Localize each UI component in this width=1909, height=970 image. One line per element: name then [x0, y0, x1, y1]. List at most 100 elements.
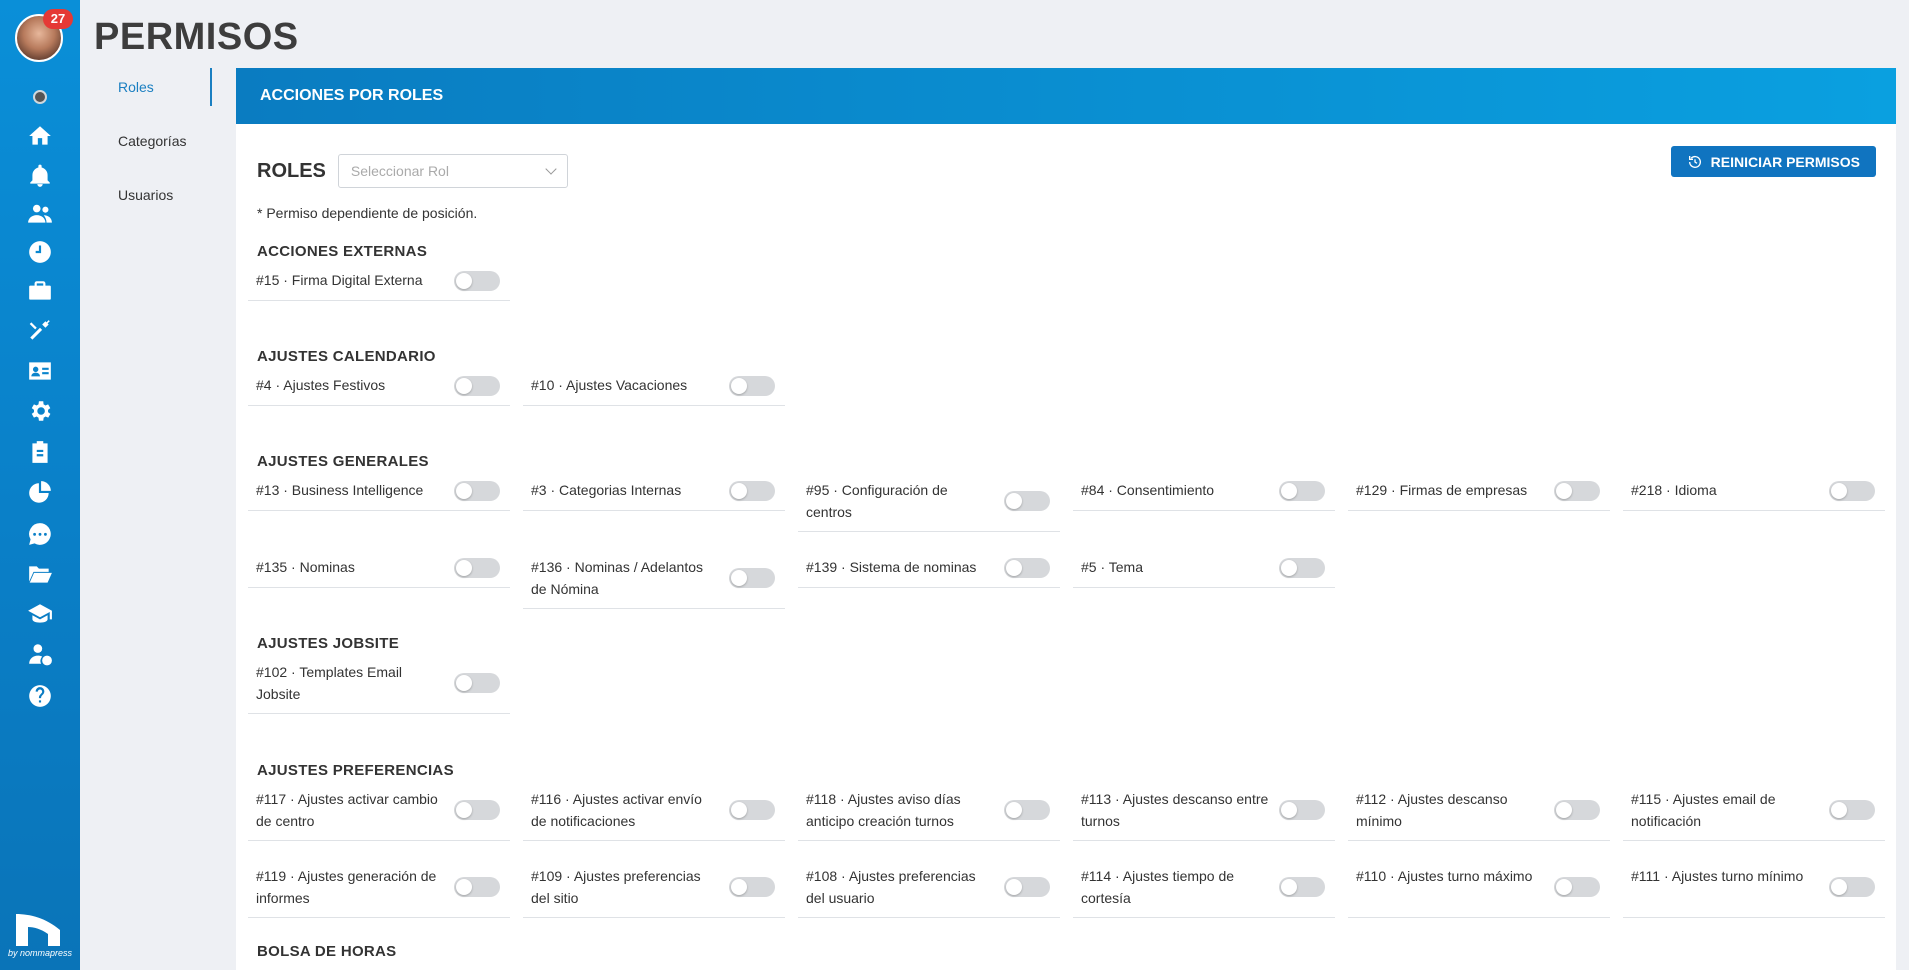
- section-title: AJUSTES GENERALES: [257, 453, 429, 470]
- panel-header: ACCIONES POR ROLES: [236, 68, 1896, 124]
- permission-toggle[interactable]: [1829, 800, 1875, 820]
- permission-toggle[interactable]: [1554, 877, 1600, 897]
- permission-label: #10 · Ajustes Vacaciones: [531, 377, 688, 393]
- permission-toggle[interactable]: [729, 568, 775, 588]
- permission-toggle[interactable]: [729, 376, 775, 396]
- permission-item: #116 · Ajustes activar envío de notifica…: [523, 785, 785, 841]
- permission-toggle[interactable]: [454, 877, 500, 897]
- page-title: PERMISOS: [94, 16, 299, 58]
- help-icon[interactable]: [24, 680, 56, 712]
- permission-item: #109 · Ajustes preferencias del sitio: [523, 862, 785, 918]
- permission-label: #135 · Nominas: [256, 559, 355, 575]
- brand-tagline: by nommapress: [8, 948, 73, 958]
- brand-logo: [16, 914, 60, 946]
- permission-label: #110 · Ajustes turno máximo: [1356, 868, 1533, 884]
- permission-item: #112 · Ajustes descanso mínimo: [1348, 785, 1610, 841]
- permission-item: #119 · Ajustes generación de informes: [248, 862, 510, 918]
- permission-toggle[interactable]: [1004, 558, 1050, 578]
- permission-item: #15 · Firma Digital Externa: [248, 266, 510, 301]
- permission-item: #84 · Consentimiento: [1073, 476, 1335, 511]
- folder-icon[interactable]: [24, 558, 56, 590]
- clock-icon[interactable]: [24, 236, 56, 268]
- user-dollar-icon[interactable]: [24, 638, 56, 670]
- permission-toggle[interactable]: [729, 481, 775, 501]
- permission-toggle[interactable]: [454, 376, 500, 396]
- permission-label: #95 · Configuración de centros: [806, 482, 948, 520]
- permission-toggle[interactable]: [454, 481, 500, 501]
- permission-item: #111 · Ajustes turno mínimo: [1623, 862, 1885, 918]
- permission-toggle[interactable]: [1004, 491, 1050, 511]
- permission-label: #15 · Firma Digital Externa: [256, 272, 423, 288]
- tools-icon[interactable]: [24, 315, 56, 347]
- permission-toggle[interactable]: [729, 800, 775, 820]
- permission-toggle[interactable]: [454, 800, 500, 820]
- permission-label: #136 · Nominas / Adelantos de Nómina: [531, 559, 703, 597]
- permission-item: #113 · Ajustes descanso entre turnos: [1073, 785, 1335, 841]
- permission-toggle[interactable]: [454, 558, 500, 578]
- permission-item: #139 · Sistema de nominas: [798, 553, 1060, 588]
- permission-label: #109 · Ajustes preferencias del sitio: [531, 868, 701, 906]
- subnav-item-roles[interactable]: Roles: [100, 68, 212, 122]
- permission-toggle[interactable]: [1279, 800, 1325, 820]
- section-title: ACCIONES EXTERNAS: [257, 243, 428, 260]
- bell-icon[interactable]: [24, 160, 56, 192]
- permission-label: #114 · Ajustes tiempo de cortesía: [1081, 868, 1235, 906]
- permission-toggle[interactable]: [1004, 877, 1050, 897]
- permission-label: #218 · Idioma: [1631, 482, 1717, 498]
- permission-label: #112 · Ajustes descanso mínimo: [1356, 791, 1508, 829]
- permission-label: #115 · Ajustes email de notificación: [1631, 791, 1776, 829]
- permission-label: #129 · Firmas de empresas: [1356, 482, 1528, 498]
- sidebar: 27 by nommapress: [0, 0, 80, 970]
- chat-icon[interactable]: [24, 518, 56, 550]
- section-title: AJUSTES JOBSITE: [257, 635, 400, 652]
- permission-item: #95 · Configuración de centros: [798, 476, 1060, 532]
- reset-icon: [1688, 155, 1701, 168]
- status-dot: [33, 90, 47, 104]
- id-card-icon[interactable]: [24, 355, 56, 387]
- permission-toggle[interactable]: [454, 673, 500, 693]
- notifications-badge: 27: [43, 9, 73, 29]
- permission-item: #110 · Ajustes turno máximo: [1348, 862, 1610, 918]
- graduation-cap-icon[interactable]: [24, 598, 56, 630]
- position-note: * Permiso dependiente de posición.: [257, 205, 478, 221]
- permission-label: #118 · Ajustes aviso días anticipo creac…: [806, 791, 961, 829]
- role-select[interactable]: Seleccionar Rol: [337, 154, 568, 188]
- permission-item: #115 · Ajustes email de notificación: [1623, 785, 1885, 841]
- permission-toggle[interactable]: [454, 271, 500, 291]
- permission-toggle[interactable]: [1279, 481, 1325, 501]
- permission-label: #116 · Ajustes activar envío de notifica…: [531, 791, 702, 829]
- chevron-down-icon: [545, 163, 557, 175]
- permission-label: #5 · Tema: [1081, 559, 1143, 575]
- users-icon[interactable]: [24, 198, 56, 230]
- permission-item: #102 · Templates Email Jobsite: [248, 658, 510, 714]
- permission-item: #118 · Ajustes aviso días anticipo creac…: [798, 785, 1060, 841]
- roles-label: ROLES: [257, 159, 326, 182]
- subnav-item-categorias[interactable]: Categorías: [100, 122, 212, 176]
- permission-item: #135 · Nominas: [248, 553, 510, 588]
- subnav-item-usuarios[interactable]: Usuarios: [100, 176, 212, 230]
- permission-item: #3 · Categorias Internas: [523, 476, 785, 511]
- permission-item: #114 · Ajustes tiempo de cortesía: [1073, 862, 1335, 918]
- home-icon[interactable]: [24, 120, 56, 152]
- permission-toggle[interactable]: [1554, 481, 1600, 501]
- section-title: AJUSTES CALENDARIO: [257, 348, 436, 365]
- gear-icon[interactable]: [24, 395, 56, 427]
- reset-permissions-button[interactable]: REINICIAR PERMISOS: [1670, 146, 1876, 177]
- permission-item: #218 · Idioma: [1623, 476, 1885, 511]
- permission-toggle[interactable]: [1829, 877, 1875, 897]
- pie-chart-icon[interactable]: [24, 477, 56, 509]
- permission-toggle[interactable]: [1279, 877, 1325, 897]
- permission-toggle[interactable]: [1554, 800, 1600, 820]
- permission-item: #10 · Ajustes Vacaciones: [523, 371, 785, 406]
- permission-toggle[interactable]: [1004, 800, 1050, 820]
- permission-label: #102 · Templates Email Jobsite: [256, 664, 403, 702]
- permission-toggle[interactable]: [1829, 481, 1875, 501]
- clipboard-icon[interactable]: [24, 436, 56, 468]
- briefcase-icon[interactable]: [24, 275, 56, 307]
- permission-label: #117 · Ajustes activar cambio de centro: [256, 791, 438, 829]
- permission-toggle[interactable]: [729, 877, 775, 897]
- permission-label: #111 · Ajustes turno mínimo: [1631, 868, 1804, 884]
- permission-toggle[interactable]: [1279, 558, 1325, 578]
- reset-permissions-label: REINICIAR PERMISOS: [1710, 153, 1860, 170]
- permission-item: #5 · Tema: [1073, 553, 1335, 588]
